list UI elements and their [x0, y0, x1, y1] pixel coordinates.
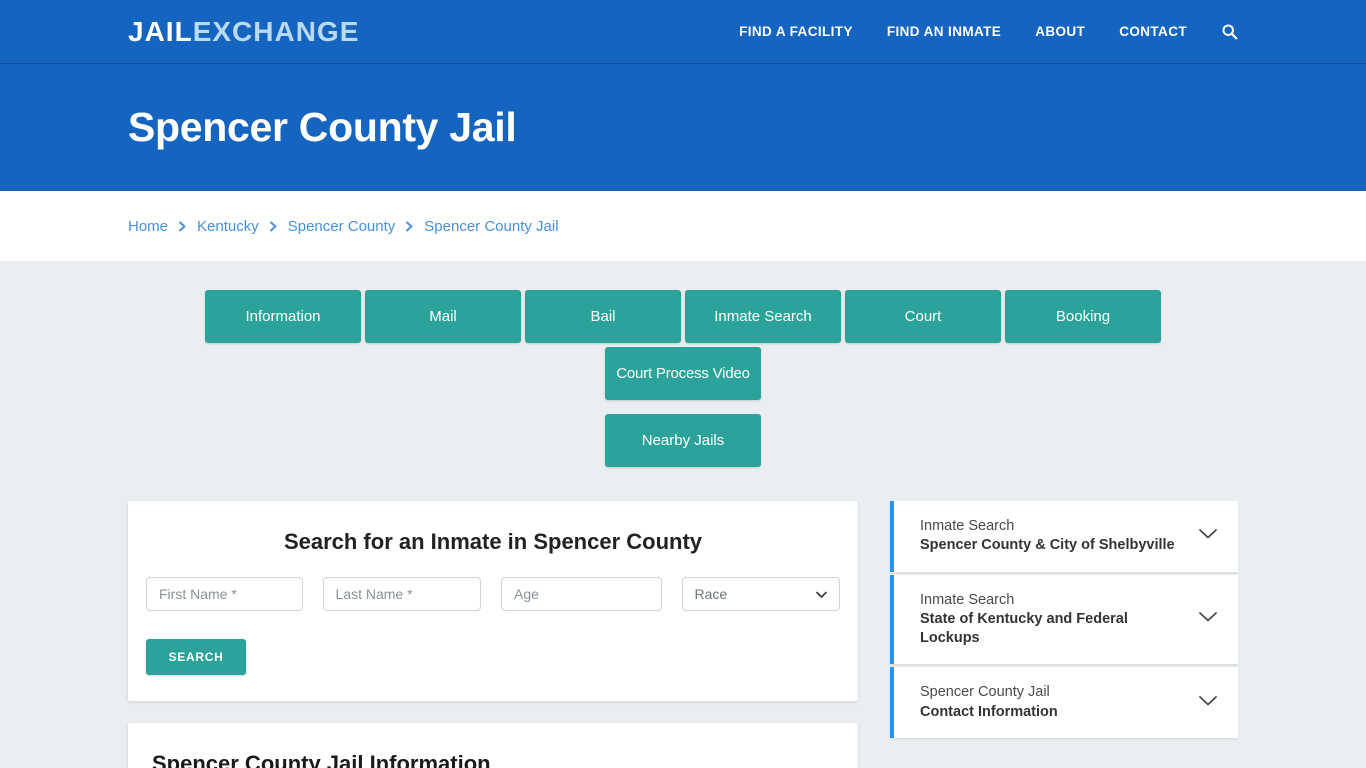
main-navigation: FIND A FACILITY FIND AN INMATE ABOUT CON…: [739, 23, 1238, 40]
last-name-field[interactable]: [322, 577, 482, 611]
section-tabs: Information Mail Bail Inmate Search Cour…: [128, 261, 1238, 467]
accordion-line-2: Spencer County & City of Shelbyville: [920, 537, 1175, 554]
accordion-item-label: Inmate Search State of Kentucky and Fede…: [920, 591, 1186, 649]
tab-mail[interactable]: Mail: [365, 290, 521, 343]
page-title: Spencer County Jail: [128, 104, 517, 150]
inmate-search-card: Search for an Inmate in Spencer County R…: [128, 501, 858, 701]
inmate-search-form: Race: [146, 577, 840, 611]
chevron-right-icon: [178, 221, 187, 232]
logo-text-primary: JAIL: [128, 15, 193, 47]
chevron-right-icon: [405, 221, 414, 232]
logo-text-secondary: EXCHANGE: [192, 15, 360, 47]
tab-inmate-search[interactable]: Inmate Search: [685, 290, 841, 343]
breadcrumb-item-home[interactable]: Home: [128, 218, 168, 235]
breadcrumb: Home Kentucky Spencer County Spencer Cou…: [128, 218, 559, 235]
main-content: Information Mail Bail Inmate Search Cour…: [0, 261, 1366, 768]
breadcrumb-item-current: Spencer County Jail: [424, 217, 559, 235]
age-field[interactable]: [501, 577, 662, 611]
page-title-band: Spencer County Jail: [0, 64, 1366, 191]
tab-court[interactable]: Court: [845, 290, 1001, 343]
site-logo[interactable]: JAILEXCHANGE: [128, 16, 359, 48]
nav-find-an-inmate[interactable]: FIND AN INMATE: [887, 24, 1001, 39]
chevron-down-icon[interactable]: [1198, 610, 1218, 628]
tab-nearby-jails[interactable]: Nearby Jails: [605, 414, 761, 467]
accordion-line-1: Inmate Search: [920, 591, 1015, 608]
tab-court-process-video[interactable]: Court Process Video: [605, 347, 761, 400]
accordion-item-inmate-search-county[interactable]: Inmate Search Spencer County & City of S…: [890, 501, 1238, 572]
nav-contact[interactable]: CONTACT: [1119, 24, 1187, 39]
accordion-item-contact-information[interactable]: Spencer County Jail Contact Information: [890, 667, 1238, 738]
last-name-input[interactable]: [335, 586, 469, 602]
race-select[interactable]: Race: [681, 577, 840, 611]
first-name-field[interactable]: [146, 577, 303, 611]
chevron-right-icon: [269, 221, 278, 232]
race-select-value: Race: [694, 586, 728, 602]
nav-about[interactable]: ABOUT: [1035, 24, 1085, 39]
tab-information[interactable]: Information: [205, 290, 361, 343]
jail-information-title: Spencer County Jail Information: [152, 751, 491, 768]
accordion-item-label: Inmate Search Spencer County & City of S…: [920, 517, 1175, 556]
left-column: Search for an Inmate in Spencer County R…: [128, 501, 858, 768]
accordion-line-2: Contact Information: [920, 703, 1058, 720]
chevron-down-icon[interactable]: [1198, 694, 1218, 712]
nav-find-a-facility[interactable]: FIND A FACILITY: [739, 24, 853, 39]
accordion-item-label: Spencer County Jail Contact Information: [920, 683, 1058, 722]
chevron-down-icon: [816, 586, 827, 602]
tab-booking[interactable]: Booking: [1005, 290, 1161, 343]
breadcrumb-item-spencer-county[interactable]: Spencer County: [288, 218, 396, 235]
accordion-line-1: Inmate Search: [920, 518, 1015, 534]
accordion: Inmate Search Spencer County & City of S…: [890, 501, 1238, 738]
jail-information-card: Spencer County Jail Information The Spen…: [128, 723, 858, 768]
age-input[interactable]: [514, 586, 649, 602]
search-icon[interactable]: [1221, 23, 1238, 40]
chevron-down-icon[interactable]: [1198, 527, 1218, 545]
accordion-item-inmate-search-state[interactable]: Inmate Search State of Kentucky and Fede…: [890, 574, 1238, 665]
content-columns: Search for an Inmate in Spencer County R…: [128, 501, 1238, 768]
site-header: JAILEXCHANGE FIND A FACILITY FIND AN INM…: [0, 0, 1366, 64]
tab-bail[interactable]: Bail: [525, 290, 681, 343]
inmate-search-heading: Search for an Inmate in Spencer County: [283, 529, 703, 554]
search-button[interactable]: SEARCH: [146, 639, 246, 675]
accordion-line-2: State of Kentucky and Federal Lockups: [920, 610, 1128, 647]
breadcrumb-band: Home Kentucky Spencer County Spencer Cou…: [0, 191, 1366, 261]
right-column: Inmate Search Spencer County & City of S…: [890, 501, 1238, 738]
first-name-input[interactable]: [159, 586, 290, 602]
breadcrumb-item-kentucky[interactable]: Kentucky: [197, 218, 259, 235]
accordion-line-1: Spencer County Jail: [920, 684, 1050, 701]
